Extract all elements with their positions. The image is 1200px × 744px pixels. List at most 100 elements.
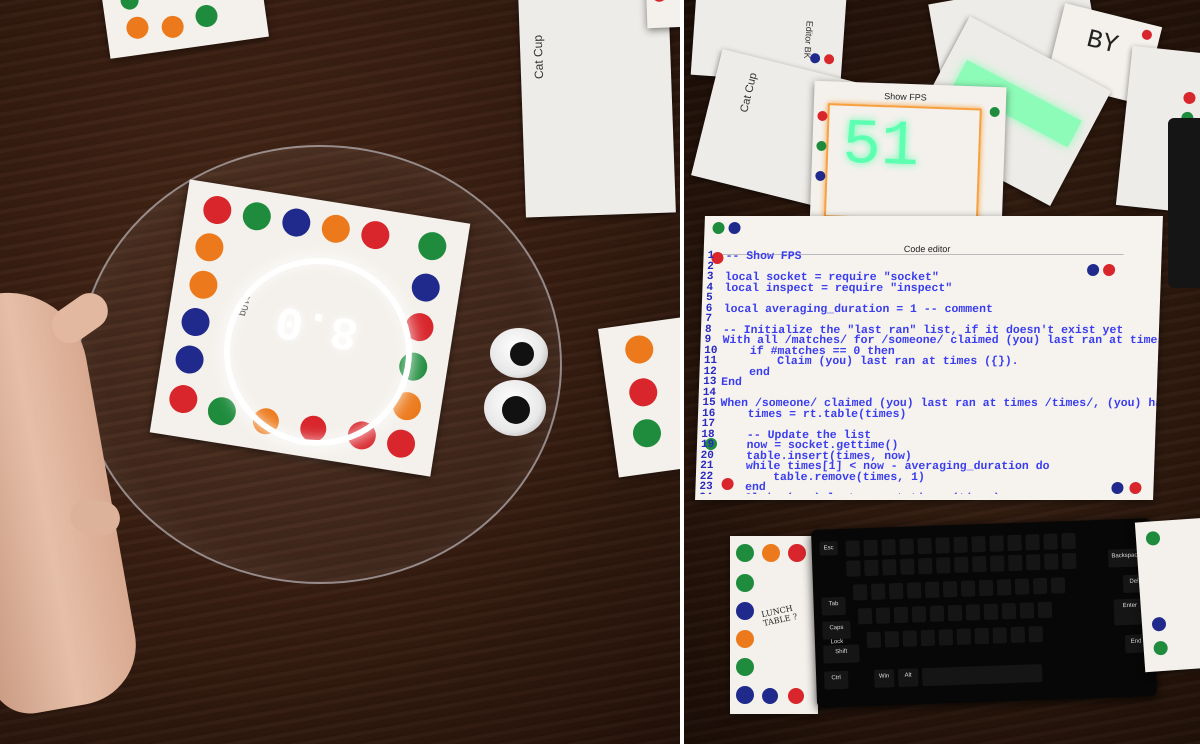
- keyboard-key[interactable]: [938, 629, 954, 646]
- red-dot: [1140, 28, 1153, 41]
- keyboard-key[interactable]: [882, 559, 897, 576]
- keyboard-key[interactable]: [960, 580, 976, 597]
- keyboard-key[interactable]: [902, 630, 918, 647]
- keyboard-key[interactable]: [846, 560, 861, 577]
- keyboard-key[interactable]: [971, 535, 986, 553]
- keyboard-key[interactable]: [1019, 602, 1035, 619]
- green-dot: [631, 417, 663, 450]
- tab-key[interactable]: Tab: [821, 596, 846, 616]
- esc-key[interactable]: Esc: [819, 541, 838, 556]
- keyboard-key[interactable]: [866, 631, 882, 649]
- keyboard-key[interactable]: [870, 583, 886, 600]
- keyboard-key[interactable]: [911, 606, 927, 623]
- keyboard-key[interactable]: [881, 539, 896, 556]
- code-line: local inspect = require "inspect": [724, 281, 953, 295]
- keyboard-key[interactable]: [978, 579, 994, 597]
- line-number: 24: [699, 492, 713, 495]
- cat-cup-paper: Cat Cup: [518, 0, 680, 218]
- green-dot: [416, 230, 449, 263]
- keyboard-key[interactable]: [924, 581, 940, 599]
- blue-dot: [736, 602, 754, 620]
- keyboard-key[interactable]: [917, 537, 932, 555]
- keyboard-key[interactable]: [1061, 552, 1077, 570]
- keyboard-key[interactable]: [1025, 534, 1040, 551]
- keyboard-key[interactable]: [974, 627, 990, 645]
- keyboard-key[interactable]: [888, 582, 904, 600]
- keyboard-key[interactable]: [1028, 625, 1044, 643]
- keyboard-key[interactable]: [1032, 577, 1048, 595]
- keyboard-key[interactable]: [936, 557, 951, 574]
- alt-key[interactable]: Alt: [897, 668, 919, 688]
- ctrl-key[interactable]: Ctrl: [823, 670, 849, 690]
- keyboard-key[interactable]: [1043, 553, 1059, 570]
- blue-dot: [1151, 616, 1167, 632]
- keyboard-key[interactable]: [1025, 554, 1041, 571]
- keyboard-key[interactable]: [989, 535, 1004, 552]
- keyboard-key[interactable]: [1007, 554, 1023, 572]
- keyboard-key[interactable]: [1043, 533, 1058, 550]
- keyboard-key[interactable]: [947, 604, 963, 622]
- keyboard-key[interactable]: [965, 604, 981, 621]
- blue-dot: [280, 206, 313, 239]
- blue-dot: [409, 271, 442, 304]
- keyboard-key[interactable]: [1007, 534, 1022, 552]
- keyboard-key[interactable]: [954, 556, 969, 574]
- space-key[interactable]: [921, 664, 1043, 687]
- googly-eye: [484, 380, 546, 436]
- keyboard-key[interactable]: [972, 555, 987, 573]
- keyboard-key[interactable]: [899, 538, 914, 555]
- keyboard-key[interactable]: [845, 540, 860, 557]
- keyboard-key[interactable]: [990, 555, 1005, 572]
- green-dot: [712, 222, 725, 234]
- lunch-table-card: LUNCH TABLE ?: [730, 536, 818, 714]
- blue-dot: [736, 686, 754, 704]
- blue-dot: [809, 52, 821, 64]
- keyboard-key[interactable]: [956, 628, 972, 645]
- red-dot: [788, 688, 804, 704]
- orange-dot: [623, 333, 656, 366]
- win-key[interactable]: Win: [873, 669, 895, 688]
- code-editor-projection: Code editor 1 -- Show FPS 2 3 local socket =…: [695, 216, 1163, 500]
- orange-dot: [160, 14, 186, 40]
- orange-dot: [762, 544, 780, 562]
- keyboard-key[interactable]: [875, 607, 891, 624]
- keyboard-key[interactable]: [852, 584, 868, 601]
- keyboard-key[interactable]: [942, 580, 958, 598]
- keyboard-key[interactable]: [906, 582, 922, 599]
- keyboard-key[interactable]: [857, 607, 873, 625]
- caps-lock-key[interactable]: Caps Lock: [822, 620, 851, 645]
- shift-key[interactable]: Shift: [823, 644, 860, 664]
- keyboard-key[interactable]: [929, 605, 945, 622]
- green-dot: [989, 106, 1000, 118]
- keyboard-key[interactable]: [996, 579, 1012, 596]
- keyboard-key[interactable]: [918, 557, 933, 575]
- keyboard-key[interactable]: [1037, 601, 1053, 619]
- keyboard-key[interactable]: [920, 629, 936, 647]
- keyboard-key[interactable]: [983, 603, 999, 620]
- keyboard-key[interactable]: [935, 537, 950, 554]
- keyboard-key[interactable]: [992, 627, 1008, 644]
- green-dot: [240, 200, 273, 233]
- keyboard: Esc Tab Caps Lock Shift Ctrl Win Alt Bac…: [810, 518, 1158, 708]
- code-line: -- Show FPS: [725, 250, 802, 263]
- keyboard-key[interactable]: [1061, 532, 1076, 550]
- keyboard-key[interactable]: [953, 536, 968, 554]
- keyboard-key[interactable]: [863, 539, 878, 557]
- keyboard-key[interactable]: [884, 630, 900, 648]
- keyboard-key[interactable]: [900, 558, 915, 575]
- keyboard-key[interactable]: [1014, 578, 1030, 595]
- code-line: Claim (you) last ran at times (times): [717, 492, 1000, 495]
- key-grid: [811, 518, 1151, 649]
- green-dot: [736, 658, 754, 676]
- blue-dot: [815, 170, 826, 182]
- keyboard-key[interactable]: [864, 559, 879, 577]
- keyboard-key[interactable]: [1050, 577, 1066, 594]
- keyboard-key[interactable]: [1001, 602, 1017, 620]
- right-edge-card: [1134, 517, 1200, 673]
- keyboard-key[interactable]: [1010, 626, 1026, 644]
- code-line: local averaging_duration = 1 -- comment: [723, 302, 994, 316]
- orange-dot: [193, 231, 226, 264]
- keyboard-key[interactable]: [893, 606, 909, 624]
- blue-dot: [173, 343, 206, 376]
- red-dot: [201, 194, 234, 227]
